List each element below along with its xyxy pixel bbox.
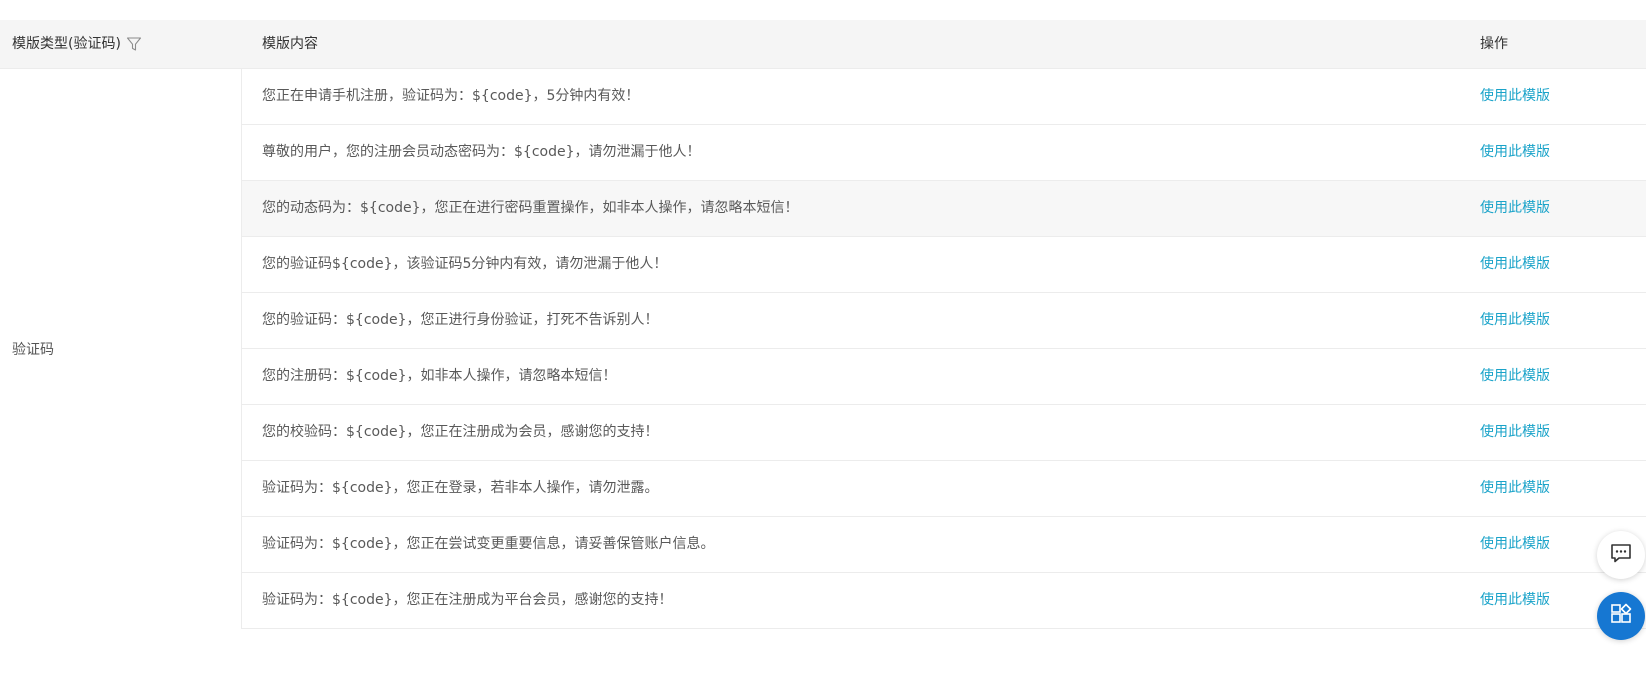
chat-button[interactable] [1597, 531, 1645, 579]
table-body: 验证码 您正在申请手机注册，验证码为：${code}，5分钟内有效！ 使用此模版… [0, 69, 1646, 629]
table-row: 您的注册码：${code}，如非本人操作，请忽略本短信！ 使用此模版 [242, 349, 1646, 405]
table-row: 您的验证码${code}，该验证码5分钟内有效，请勿泄漏于他人！ 使用此模版 [242, 237, 1646, 293]
template-table: 模版类型(验证码) 模版内容 操作 验证码 您正在申请手机注册，验证码为：${c… [0, 20, 1646, 629]
table-row: 您的验证码：${code}，您正进行身份验证，打死不告诉别人！ 使用此模版 [242, 293, 1646, 349]
apps-button[interactable] [1597, 592, 1645, 640]
template-content-cell: 您正在申请手机注册，验证码为：${code}，5分钟内有效！ [262, 88, 640, 104]
header-operation: 操作 [1480, 36, 1508, 52]
table-row: 您的校验码：${code}，您正在注册成为会员，感谢您的支持！ 使用此模版 [242, 405, 1646, 461]
use-template-link[interactable]: 使用此模版 [1480, 461, 1550, 516]
table-row: 尊敬的用户，您的注册会员动态密码为：${code}，请勿泄漏于他人！ 使用此模版 [242, 125, 1646, 181]
table-row: 验证码为：${code}，您正在注册成为平台会员，感谢您的支持！ 使用此模版 [242, 573, 1646, 629]
use-template-link[interactable]: 使用此模版 [1480, 573, 1550, 628]
template-content-cell: 尊敬的用户，您的注册会员动态密码为：${code}，请勿泄漏于他人！ [262, 144, 701, 160]
use-template-link[interactable]: 使用此模版 [1480, 125, 1550, 180]
use-template-link[interactable]: 使用此模版 [1480, 349, 1550, 404]
template-content-cell: 您的验证码${code}，该验证码5分钟内有效，请勿泄漏于他人！ [262, 256, 668, 272]
use-template-link[interactable]: 使用此模版 [1480, 181, 1550, 236]
filter-icon[interactable] [126, 36, 142, 52]
template-content-cell: 验证码为：${code}，您正在尝试变更重要信息，请妥善保管账户信息。 [262, 536, 715, 552]
use-template-link[interactable]: 使用此模版 [1480, 69, 1550, 124]
template-content-cell: 验证码为：${code}，您正在注册成为平台会员，感谢您的支持！ [262, 592, 673, 608]
use-template-link[interactable]: 使用此模版 [1480, 405, 1550, 460]
apps-icon [1609, 602, 1633, 630]
table-header: 模版类型(验证码) 模版内容 操作 [0, 20, 1646, 69]
use-template-link[interactable]: 使用此模版 [1480, 237, 1550, 292]
header-template-content: 模版内容 [262, 36, 318, 52]
template-content-cell: 您的动态码为：${code}，您正在进行密码重置操作，如非本人操作，请忽略本短信… [262, 200, 799, 216]
template-content-cell: 您的验证码：${code}，您正进行身份验证，打死不告诉别人！ [262, 312, 659, 328]
use-template-link[interactable]: 使用此模版 [1480, 517, 1550, 572]
use-template-link[interactable]: 使用此模版 [1480, 293, 1550, 348]
header-template-type: 模版类型(验证码) [12, 20, 142, 68]
header-template-type-label: 模版类型(验证码) [12, 36, 121, 52]
template-content-cell: 验证码为：${code}，您正在登录，若非本人操作，请勿泄露。 [262, 480, 659, 496]
template-content-cell: 您的校验码：${code}，您正在注册成为会员，感谢您的支持！ [262, 424, 659, 440]
type-cell: 验证码 [0, 69, 242, 629]
chat-icon [1609, 541, 1633, 569]
table-row: 验证码为：${code}，您正在登录，若非本人操作，请勿泄露。 使用此模版 [242, 461, 1646, 517]
table-row: 您正在申请手机注册，验证码为：${code}，5分钟内有效！ 使用此模版 [242, 69, 1646, 125]
template-content-cell: 您的注册码：${code}，如非本人操作，请忽略本短信！ [262, 368, 617, 384]
table-row: 验证码为：${code}，您正在尝试变更重要信息，请妥善保管账户信息。 使用此模… [242, 517, 1646, 573]
table-row: 您的动态码为：${code}，您正在进行密码重置操作，如非本人操作，请忽略本短信… [242, 181, 1646, 237]
